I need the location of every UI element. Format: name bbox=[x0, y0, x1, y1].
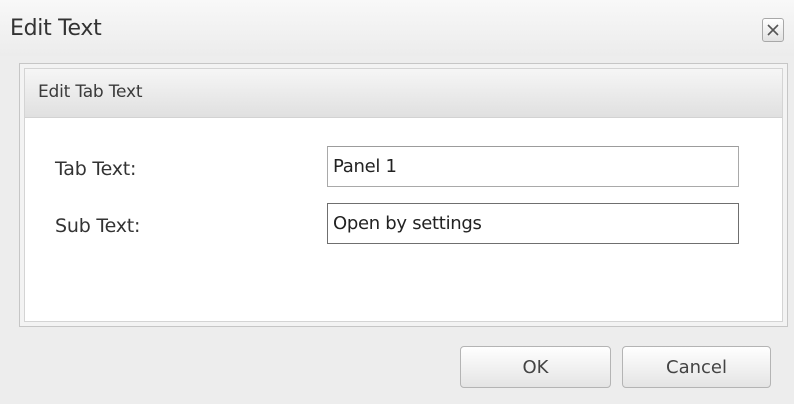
sub-text-input[interactable] bbox=[327, 203, 739, 244]
tab-text-label: Tab Text: bbox=[55, 158, 137, 180]
close-button[interactable] bbox=[762, 18, 784, 42]
cancel-button[interactable]: Cancel bbox=[622, 346, 771, 388]
ok-button[interactable]: OK bbox=[460, 346, 611, 388]
panel-body: Edit Tab Text bbox=[24, 68, 783, 322]
dialog-titlebar[interactable]: Edit Text bbox=[0, 0, 794, 56]
edit-tab-text-panel: Edit Tab Text bbox=[19, 63, 788, 327]
panel-title: Edit Tab Text bbox=[38, 82, 143, 102]
dialog-title: Edit Text bbox=[10, 16, 102, 41]
panel-header: Edit Tab Text bbox=[25, 69, 782, 118]
tab-text-input[interactable] bbox=[327, 146, 739, 187]
edit-text-dialog: Edit Text Edit Tab Text Tab Text: Sub Te… bbox=[0, 0, 794, 404]
sub-text-label: Sub Text: bbox=[55, 215, 141, 237]
close-icon bbox=[763, 19, 783, 41]
